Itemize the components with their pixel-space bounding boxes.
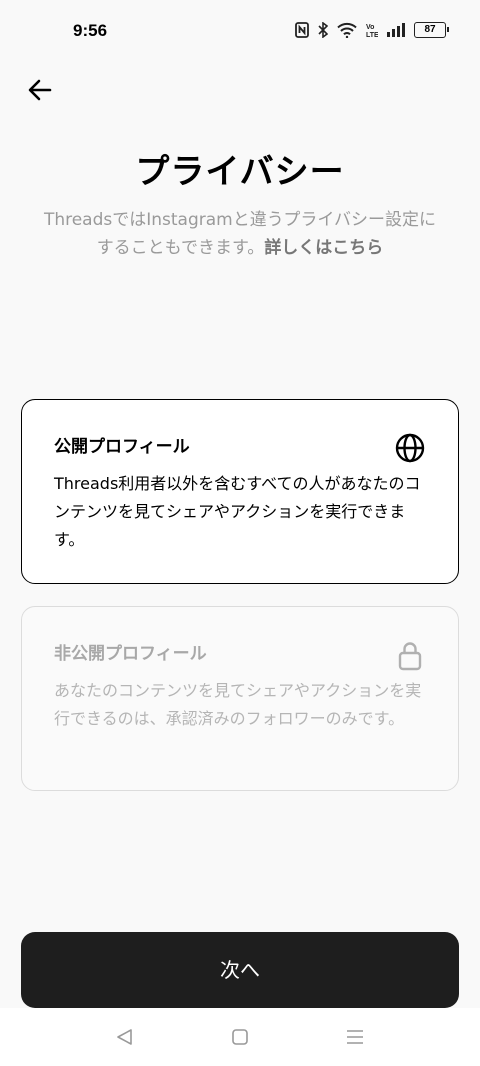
learn-more-link[interactable]: 詳しくはこちら: [264, 238, 383, 258]
option-title: 非公開プロフィール: [54, 644, 207, 664]
option-title: 公開プロフィール: [54, 437, 190, 457]
nfc-icon: [295, 22, 309, 38]
option-description: あなたのコンテンツを見てシェアやアクションを実行できるのは、承認済みのフォロワー…: [54, 681, 422, 728]
status-bar: 9:56 Vo LTE 87: [0, 0, 480, 64]
option-description: Threads利用者以外を含むすべての人があなたのコンテンツを見てシェアやアクシ…: [54, 474, 421, 549]
signal-icon: [387, 23, 405, 37]
next-button[interactable]: 次へ: [21, 932, 459, 1008]
nav-recents-button[interactable]: [345, 1027, 365, 1047]
globe-icon: [395, 433, 425, 463]
triangle-back-icon: [117, 1029, 132, 1045]
volte-icon: Vo LTE: [366, 24, 378, 38]
page-title: プライバシー: [135, 152, 345, 192]
nav-back-button[interactable]: [115, 1027, 135, 1047]
status-icons: Vo LTE 87: [295, 22, 449, 38]
nav-home-button[interactable]: [230, 1027, 250, 1047]
svg-text:Vo: Vo: [366, 24, 374, 31]
lock-icon: [398, 642, 422, 671]
public-profile-option[interactable]: 公開プロフィール Threads利用者以外を含むすべての人があなたのコンテンツを…: [21, 399, 459, 584]
system-nav-bar: [0, 1008, 480, 1066]
wifi-icon: [337, 22, 357, 38]
description: ThreadsではInstagramと違うプライバシー設定にすることもできます。…: [40, 206, 440, 262]
menu-recents-icon: [347, 1030, 363, 1044]
private-profile-option[interactable]: 非公開プロフィール あなたのコンテンツを見てシェアやアクションを実行できるのは、…: [21, 606, 459, 791]
bluetooth-icon: [318, 22, 328, 38]
square-home-icon: [232, 1029, 248, 1045]
back-button[interactable]: [24, 74, 56, 106]
arrow-left-icon: [28, 79, 52, 101]
svg-text:LTE: LTE: [366, 32, 378, 38]
status-time: 9:56: [73, 21, 108, 40]
battery-icon: 87: [414, 22, 449, 38]
